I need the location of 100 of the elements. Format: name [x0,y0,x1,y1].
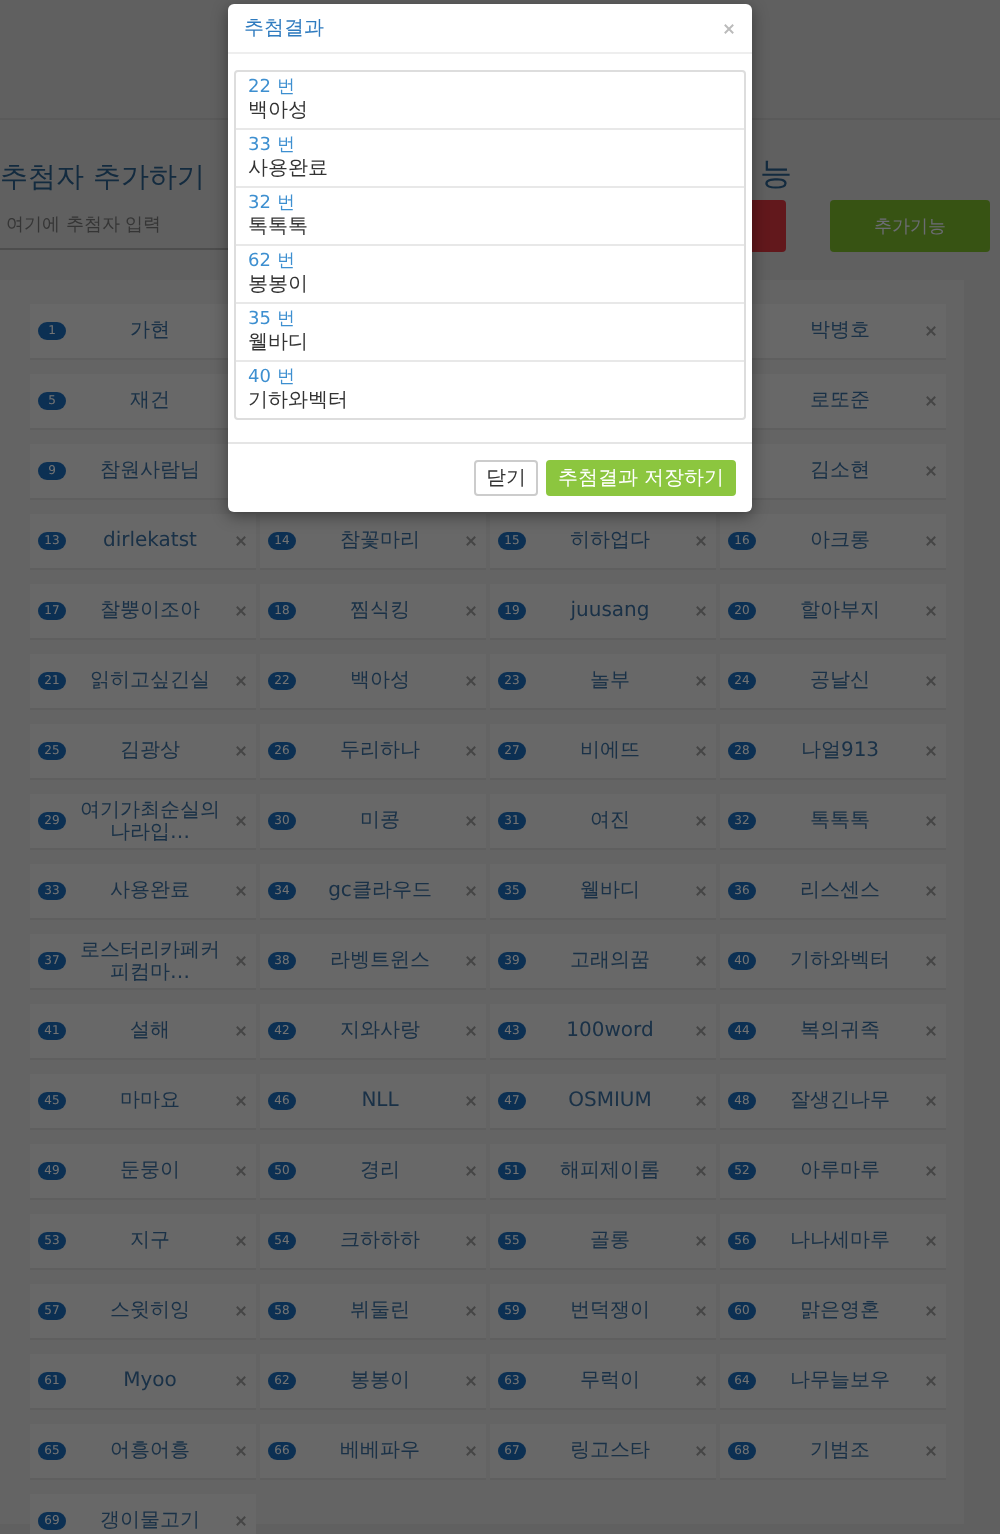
remove-icon[interactable] [924,534,938,548]
remove-icon[interactable] [924,674,938,688]
remove-icon[interactable] [464,674,478,688]
add-feature-button[interactable]: 추가기능 [830,200,990,252]
remove-icon[interactable] [234,744,248,758]
page-heading: 능 [760,154,792,196]
remove-icon[interactable] [924,814,938,828]
participant-name: 기범조 [808,1440,872,1462]
remove-icon[interactable] [234,884,248,898]
result-number: 33 번 [248,134,297,158]
participant-name: 골롱 [588,1230,632,1252]
participant-name: 둔뭉이 [118,1160,182,1182]
participant-name: 경리 [358,1160,402,1182]
remove-icon[interactable] [924,324,938,338]
participant-name: 리스센스 [798,880,882,902]
remove-icon[interactable] [694,1374,708,1388]
close-icon[interactable] [722,21,736,35]
participant-name: 톡톡톡 [808,810,872,832]
participant-name: 해피제이롬 [558,1160,662,1182]
remove-icon[interactable] [234,1374,248,1388]
remove-icon[interactable] [694,1024,708,1038]
remove-icon[interactable] [234,534,248,548]
participant-name: 지와사랑 [338,1020,422,1042]
remove-icon[interactable] [464,1304,478,1318]
remove-icon[interactable] [924,954,938,968]
participant-name: 아루마루 [798,1160,882,1182]
participant-name: 무럭이 [578,1370,642,1392]
participant-name: OSMIUM [566,1090,654,1112]
participant-name: 번덕쟁이 [568,1300,652,1322]
remove-icon[interactable] [234,814,248,828]
participant-name: 여진 [588,810,632,832]
remove-icon[interactable] [464,814,478,828]
modal-title: 추첨결과 [244,16,324,42]
close-button[interactable]: 닫기 [473,460,538,496]
participant-name: 100word [564,1020,656,1042]
remove-icon[interactable] [464,1234,478,1248]
remove-icon[interactable] [694,674,708,688]
participant-name: 로또준 [808,390,872,412]
remove-icon[interactable] [694,814,708,828]
remove-icon[interactable] [924,464,938,478]
remove-icon[interactable] [464,604,478,618]
remove-icon[interactable] [464,744,478,758]
remove-icon[interactable] [924,1444,938,1458]
remove-icon[interactable] [234,954,248,968]
remove-icon[interactable] [694,884,708,898]
remove-icon[interactable] [234,604,248,618]
participant-name: 공날신 [808,670,872,692]
remove-icon[interactable] [464,1164,478,1178]
participant-name: 맑은영혼 [798,1300,882,1322]
remove-icon[interactable] [234,1514,248,1528]
remove-icon[interactable] [464,1374,478,1388]
remove-icon[interactable] [464,1024,478,1038]
remove-icon[interactable] [234,1234,248,1248]
participant-name: 어흥어흥 [108,1440,192,1462]
participant-name: 나나세마루 [788,1230,892,1252]
remove-icon[interactable] [234,1024,248,1038]
page-heading: 추첨자 추가하기 [0,160,205,196]
participant-name: 나얼913 [798,740,882,762]
remove-icon[interactable] [924,1164,938,1178]
result-number: 35 번 [248,308,297,332]
remove-icon[interactable] [234,1164,248,1178]
remove-icon[interactable] [924,744,938,758]
remove-icon[interactable] [464,954,478,968]
participant-name: 찜식킹 [348,600,412,622]
remove-icon[interactable] [234,1444,248,1458]
remove-icon[interactable] [464,1444,478,1458]
result-name: 기하와벡터 [248,390,350,414]
remove-icon[interactable] [464,1094,478,1108]
remove-icon[interactable] [924,1024,938,1038]
participant-name: 베베파우 [338,1440,422,1462]
remove-icon[interactable] [234,1304,248,1318]
remove-icon[interactable] [694,954,708,968]
remove-icon[interactable] [924,1234,938,1248]
remove-icon[interactable] [924,1094,938,1108]
participant-name: 재건 [128,390,172,412]
remove-icon[interactable] [694,1234,708,1248]
participant-name: 찰뿡이조아 [98,600,202,622]
participant-name: dirlekatst [101,530,199,552]
remove-icon[interactable] [694,1164,708,1178]
participant-name: 두리하나 [338,740,422,762]
participant-name: 마마요 [118,1090,182,1112]
remove-icon[interactable] [464,884,478,898]
remove-icon[interactable] [234,674,248,688]
remove-icon[interactable] [924,1304,938,1318]
remove-icon[interactable] [924,1374,938,1388]
remove-icon[interactable] [924,604,938,618]
remove-icon[interactable] [924,394,938,408]
save-results-button[interactable]: 추첨결과 저장하기 [545,460,736,496]
remove-icon[interactable] [694,604,708,618]
remove-icon[interactable] [234,1094,248,1108]
participant-name: 읽히고싶긴실 [88,670,212,692]
remove-icon[interactable] [694,534,708,548]
remove-icon[interactable] [694,1094,708,1108]
remove-icon[interactable] [694,1304,708,1318]
remove-icon[interactable] [924,884,938,898]
remove-icon[interactable] [464,534,478,548]
participant-name: juusang [568,600,652,622]
remove-icon[interactable] [694,744,708,758]
remove-icon[interactable] [694,1444,708,1458]
participant-name: 크하하하 [338,1230,422,1252]
